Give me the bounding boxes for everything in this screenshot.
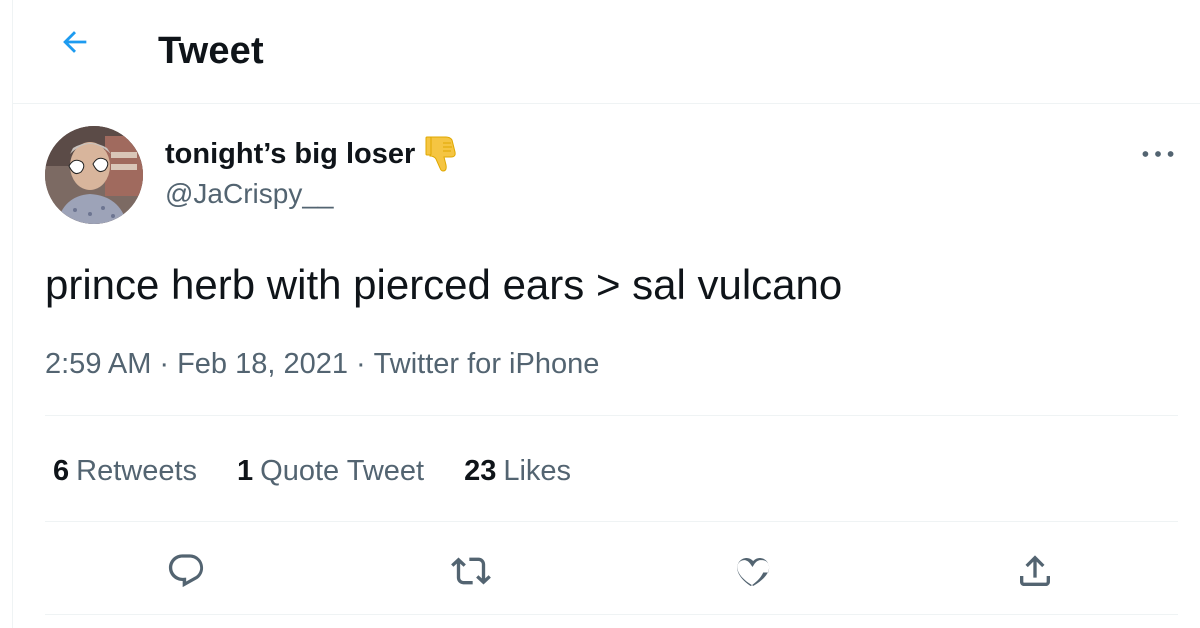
- meta-separator: ·: [356, 348, 366, 380]
- meta-separator: ·: [159, 348, 170, 380]
- likes-stat[interactable]: 23 Likes: [464, 451, 571, 491]
- like-button[interactable]: [725, 543, 781, 599]
- divider: [45, 521, 1178, 522]
- tweet-metadata: 2:59 AM · Feb 18, 2021 · Twitter for iPhone: [45, 345, 599, 383]
- more-options-button[interactable]: [1134, 136, 1182, 172]
- retweet-icon: [451, 557, 491, 585]
- avatar[interactable]: [45, 126, 143, 224]
- retweets-label: Retweets: [76, 455, 198, 487]
- tweet-header: Tweet: [13, 0, 1200, 104]
- quote-tweets-label: Quote Tweet: [260, 455, 425, 487]
- retweets-stat[interactable]: 6 Retweets: [53, 451, 197, 491]
- display-name-text: tonight’s big loser: [165, 138, 416, 170]
- divider: [45, 614, 1178, 615]
- retweets-count: 6: [53, 455, 70, 487]
- share-button[interactable]: [1007, 543, 1063, 599]
- reply-button[interactable]: [158, 543, 214, 599]
- tweet-stats: 6 Retweets 1 Quote Tweet 23 Likes: [53, 451, 571, 491]
- display-name[interactable]: tonight’s big loser: [165, 135, 459, 173]
- quote-tweets-count: 1: [237, 455, 254, 487]
- arrow-left-icon: [63, 31, 87, 53]
- user-handle[interactable]: @JaCrispy__: [165, 176, 333, 212]
- divider: [45, 415, 1178, 416]
- more-horizontal-icon: [1142, 151, 1174, 157]
- reply-icon: [168, 554, 204, 588]
- back-button[interactable]: [51, 18, 99, 66]
- share-icon: [1020, 555, 1050, 586]
- likes-count: 23: [464, 455, 497, 487]
- profile-photo: [45, 126, 143, 224]
- page-title: Tweet: [158, 30, 264, 72]
- tweet-source[interactable]: Twitter for iPhone: [374, 348, 600, 380]
- tweet-time[interactable]: 2:59 AM: [45, 348, 151, 380]
- tweet-text: prince herb with pierced ears > sal vulc…: [45, 261, 843, 308]
- likes-label: Likes: [503, 455, 572, 487]
- quote-tweets-stat[interactable]: 1 Quote Tweet: [237, 451, 424, 491]
- heart-icon: [737, 557, 770, 586]
- retweet-button[interactable]: [443, 543, 499, 599]
- tweet-date[interactable]: Feb 18, 2021: [177, 348, 348, 380]
- thumbs-down-icon: [425, 135, 459, 173]
